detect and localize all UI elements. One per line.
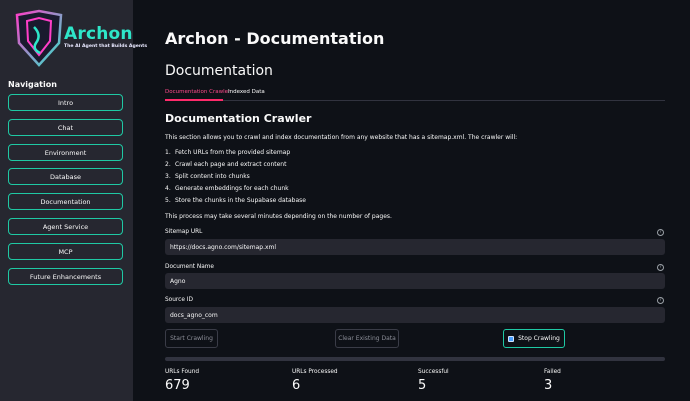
sidebar: Archon The AI Agent that Builds Agents N… <box>0 0 147 401</box>
list-item: 1. Fetch URLs from the provided sitemap <box>165 149 291 156</box>
nav-title: Navigation <box>8 80 57 89</box>
successful-value: 5 <box>418 378 427 393</box>
nav-documentation-button[interactable]: Documentation <box>8 193 123 210</box>
crawl-progress-bar <box>165 357 665 361</box>
crawler-intro: This section allows you to crawl and ind… <box>165 134 518 141</box>
tab-indexed-data[interactable]: Indexed Data <box>228 89 265 95</box>
stop-icon <box>508 335 515 342</box>
list-item: 3. Split content into chunks <box>165 173 250 180</box>
start-crawling-button[interactable]: Start Crawling <box>165 329 218 348</box>
nav-future-enhancements-button[interactable]: Future Enhancements <box>8 268 123 285</box>
nav-database-button[interactable]: Database <box>8 168 123 185</box>
help-icon[interactable]: ? <box>657 297 664 304</box>
help-icon[interactable]: ? <box>657 229 664 236</box>
nav-environment-button[interactable]: Environment <box>8 144 123 161</box>
logo-text: Archon <box>64 24 133 44</box>
document-name-input[interactable]: Agno <box>165 273 665 289</box>
source-id-label: Source ID <box>165 297 193 303</box>
document-name-label: Document Name <box>165 264 214 270</box>
list-item: 5. Store the chunks in the Supabase datab… <box>165 197 306 204</box>
urls-processed-value: 6 <box>292 378 301 393</box>
failed-label: Failed <box>544 369 561 375</box>
failed-value: 3 <box>544 378 553 393</box>
stop-crawling-button[interactable]: Stop Crawling <box>503 329 565 348</box>
nav-chat-button[interactable]: Chat <box>8 119 123 136</box>
active-tab-indicator <box>165 99 223 101</box>
sitemap-url-input[interactable]: https://docs.agno.com/sitemap.xml <box>165 239 665 255</box>
urls-processed-label: URLs Processed <box>292 369 338 375</box>
source-id-input[interactable]: docs_agno_com <box>165 307 665 323</box>
nav-intro-button[interactable]: Intro <box>8 94 123 111</box>
successful-label: Successful <box>418 369 449 375</box>
stop-crawling-label: Stop Crawling <box>518 335 560 342</box>
list-item: 2. Crawl each page and extract content <box>165 161 287 168</box>
help-icon[interactable]: ? <box>657 264 664 271</box>
section-title: Documentation <box>165 63 273 79</box>
nav-mcp-button[interactable]: MCP <box>8 243 123 260</box>
main-content: Archon - Documentation Documentation Doc… <box>133 0 690 401</box>
sitemap-url-label: Sitemap URL <box>165 229 203 235</box>
list-item: 4. Generate embeddings for each chunk <box>165 185 289 192</box>
urls-found-label: URLs Found <box>165 369 200 375</box>
tab-documentation-crawler[interactable]: Documentation Crawler <box>165 89 230 95</box>
process-note: This process may take several minutes de… <box>165 213 392 220</box>
urls-found-value: 679 <box>165 378 190 393</box>
nav-agent-service-button[interactable]: Agent Service <box>8 218 123 235</box>
page-title: Archon - Documentation <box>165 29 385 48</box>
crawler-title: Documentation Crawler <box>165 112 312 125</box>
tab-bar: Documentation Crawler Indexed Data <box>165 89 665 101</box>
clear-existing-data-button[interactable]: Clear Existing Data <box>335 329 399 348</box>
